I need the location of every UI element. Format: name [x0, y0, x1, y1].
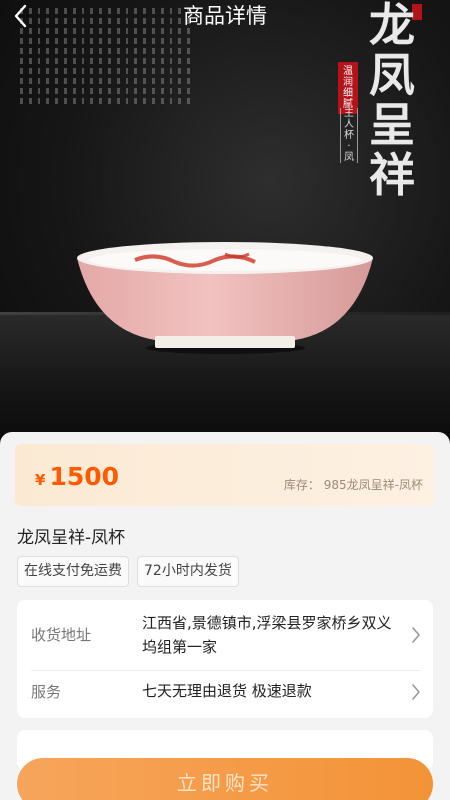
porcelain-bowl: [77, 242, 373, 354]
price: ¥ 1500: [35, 462, 119, 491]
address-row[interactable]: 收货地址 江西省,景德镇市,浮梁县罗家桥乡双义坞组第一家: [17, 600, 433, 670]
service-tags: 在线支付免运费 72小时内发货: [17, 556, 239, 587]
hero-subtitle: 主 人 杯 · 凤: [340, 108, 358, 163]
service-value: 七天无理由退货 极速退款: [142, 682, 312, 700]
buy-now-button[interactable]: 立即购买: [17, 758, 433, 800]
price-card: ¥ 1500 库存： 985龙凤呈祥-凤杯: [15, 444, 435, 506]
stock-label: 库存：: [283, 478, 320, 492]
product-name: 龙凤呈祥-凤杯: [17, 528, 126, 548]
tag-72h-delivery: 72小时内发货: [137, 556, 239, 587]
price-value: 1500: [49, 462, 120, 491]
info-card: 收货地址 江西省,景德镇市,浮梁县罗家桥乡双义坞组第一家 服务 七天无理由退货 …: [17, 600, 433, 718]
currency-symbol: ¥: [35, 471, 46, 489]
top-navbar: 商品详情: [0, 0, 450, 34]
red-seal: 温 润 细 腻: [338, 62, 358, 114]
service-row[interactable]: 服务 七天无理由退货 极速退款: [17, 671, 433, 715]
product-info-sheet: ¥ 1500 库存： 985龙凤呈祥-凤杯 龙凤呈祥-凤杯 在线支付免运费 72…: [0, 432, 450, 800]
chevron-right-icon: [412, 627, 420, 643]
service-label: 服务: [31, 683, 62, 701]
stock-info: 库存： 985龙凤呈祥-凤杯: [284, 476, 423, 493]
page-title: 商品详情: [183, 4, 267, 28]
product-hero-image: 龙 凤 呈 祥 温 润 细 腻 主 人 杯 · 凤: [0, 0, 450, 450]
chevron-right-icon: [412, 684, 420, 700]
tag-free-shipping: 在线支付免运费: [17, 556, 129, 587]
address-value: 江西省,景德镇市,浮梁县罗家桥乡双义坞组第一家: [142, 614, 392, 656]
stock-value: 985龙凤呈祥-凤杯: [323, 478, 423, 492]
address-label: 收货地址: [31, 626, 92, 644]
